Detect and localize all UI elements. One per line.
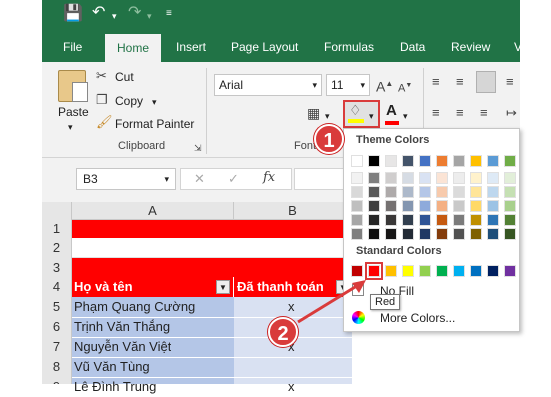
callout-2: 2	[268, 317, 298, 347]
callout-1: 1	[314, 124, 344, 154]
